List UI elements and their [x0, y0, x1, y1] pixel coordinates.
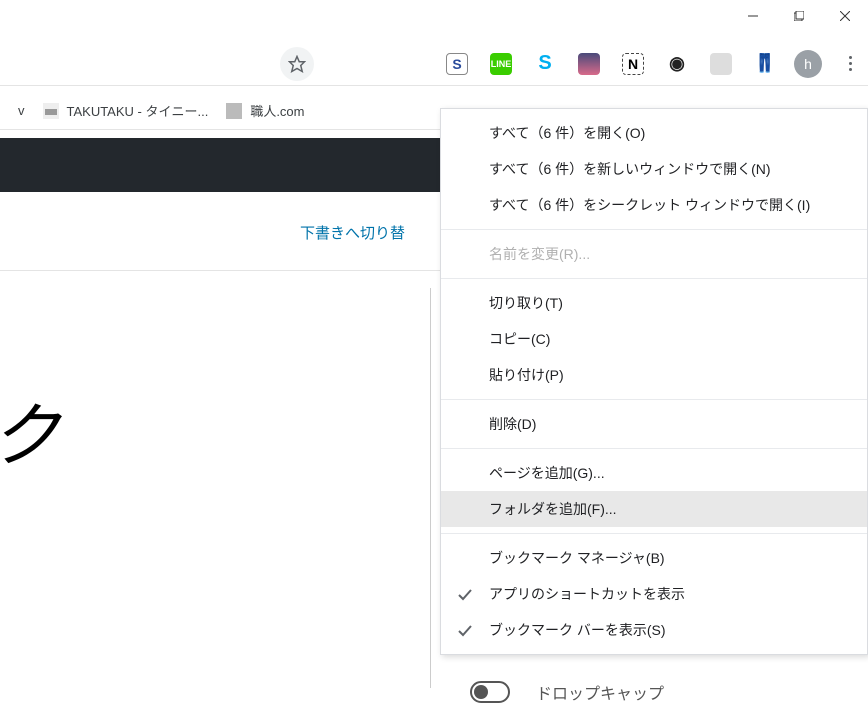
- menu-item[interactable]: アプリのショートカットを表示: [441, 576, 867, 612]
- bookmark-item[interactable]: TAKUTAKU - タイニー...: [43, 101, 209, 120]
- dropcap-setting-row: ドロップキャップ: [470, 680, 664, 704]
- menu-item-label: コピー(C): [489, 329, 550, 349]
- browser-menu-button[interactable]: [840, 50, 860, 78]
- menu-item[interactable]: コピー(C): [441, 321, 867, 357]
- extension-icon[interactable]: LINE: [490, 53, 512, 75]
- dropcap-toggle[interactable]: [470, 681, 510, 703]
- menu-separator: [441, 533, 867, 534]
- menu-item[interactable]: ブックマーク マネージャ(B): [441, 540, 867, 576]
- menu-separator: [441, 399, 867, 400]
- extension-icon[interactable]: [710, 53, 732, 75]
- menu-separator: [441, 278, 867, 279]
- menu-separator: [441, 229, 867, 230]
- check-icon: [457, 586, 473, 602]
- menu-item-label: すべて（6 件）をシークレット ウィンドウで開く(I): [489, 195, 810, 215]
- menu-item-label: ページを追加(G)...: [489, 463, 605, 483]
- page-divider: [0, 270, 440, 271]
- bookmark-star-button[interactable]: [280, 47, 314, 81]
- close-button[interactable]: [822, 0, 868, 32]
- dropcap-label: ドロップキャップ: [536, 680, 664, 704]
- extension-icon[interactable]: [578, 53, 600, 75]
- menu-item-label: ブックマーク マネージャ(B): [489, 548, 665, 568]
- menu-item-label: アプリのショートカットを表示: [489, 584, 685, 604]
- menu-item-label: すべて（6 件）を開く(O): [489, 123, 645, 143]
- menu-item[interactable]: ブックマーク バーを表示(S): [441, 612, 867, 648]
- menu-item-label: 名前を変更(R)...: [489, 244, 590, 264]
- profile-avatar[interactable]: h: [794, 50, 822, 78]
- switch-to-draft-link[interactable]: 下書きへ切り替: [300, 222, 405, 243]
- menu-item[interactable]: 削除(D): [441, 406, 867, 442]
- menu-item: 名前を変更(R)...: [441, 236, 867, 272]
- check-icon: [457, 622, 473, 638]
- minimize-button[interactable]: [730, 0, 776, 32]
- content-glyph: ク: [0, 380, 60, 481]
- menu-item[interactable]: 切り取り(T): [441, 285, 867, 321]
- bookmark-item[interactable]: 職人.com: [226, 101, 304, 120]
- menu-item-label: すべて（6 件）を新しいウィンドウで開く(N): [489, 159, 771, 179]
- maximize-button[interactable]: [776, 0, 822, 32]
- menu-item[interactable]: すべて（6 件）を開く(O): [441, 115, 867, 151]
- menu-item[interactable]: すべて（6 件）を新しいウィンドウで開く(N): [441, 151, 867, 187]
- bookmark-label: TAKUTAKU - タイニー...: [67, 101, 209, 120]
- menu-item-label: 貼り付け(P): [489, 365, 564, 385]
- bookmark-favicon-icon: [226, 103, 242, 119]
- sidebar-divider: [430, 288, 440, 688]
- extension-icon[interactable]: N: [622, 53, 644, 75]
- extension-icon[interactable]: ◉: [666, 53, 688, 75]
- bookmark-label: v: [18, 103, 25, 118]
- menu-item-label: 切り取り(T): [489, 293, 563, 313]
- bookmark-favicon-icon: [43, 103, 59, 119]
- menu-item-label: 削除(D): [489, 414, 536, 434]
- menu-item-label: フォルダを追加(F)...: [489, 499, 617, 519]
- bookmark-context-menu: すべて（6 件）を開く(O) すべて（6 件）を新しいウィンドウで開く(N) すべて…: [440, 108, 868, 655]
- extension-icon[interactable]: S: [446, 53, 468, 75]
- menu-separator: [441, 448, 867, 449]
- bookmark-label: 職人.com: [250, 101, 304, 120]
- bookmark-item[interactable]: v: [18, 103, 25, 118]
- menu-item[interactable]: すべて（6 件）をシークレット ウィンドウで開く(I): [441, 187, 867, 223]
- browser-toolbar: S LINE S N ◉ 👖 h: [0, 42, 868, 86]
- menu-item-label: ブックマーク バーを表示(S): [489, 620, 666, 640]
- extension-icon[interactable]: S: [534, 53, 556, 75]
- extension-icon[interactable]: 👖: [754, 53, 776, 75]
- window-controls: [730, 0, 868, 32]
- menu-item[interactable]: 貼り付け(P): [441, 357, 867, 393]
- menu-item[interactable]: ページを追加(G)...: [441, 455, 867, 491]
- menu-item[interactable]: フォルダを追加(F)...: [441, 491, 867, 527]
- extensions-row: S LINE S N ◉ 👖: [446, 53, 776, 75]
- omnibox-end: [0, 47, 314, 81]
